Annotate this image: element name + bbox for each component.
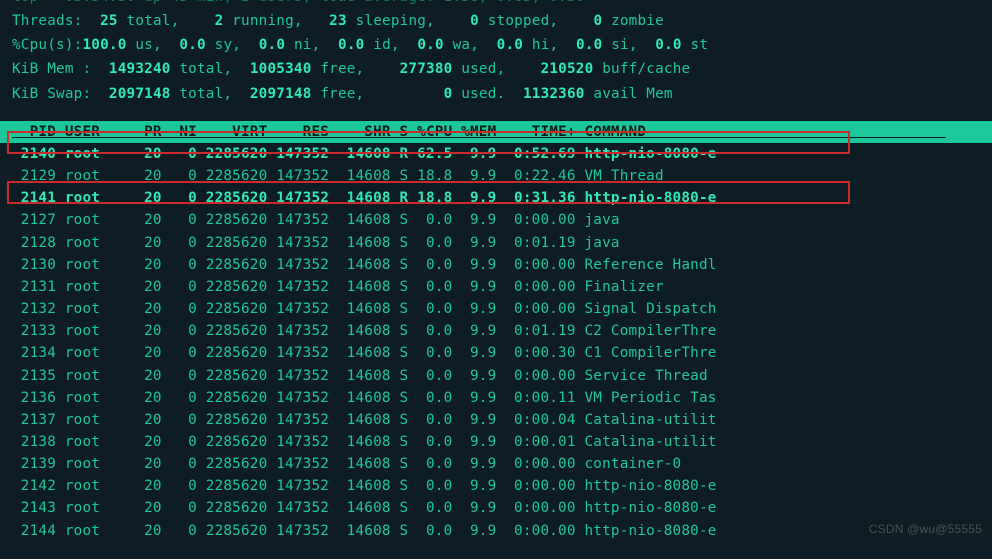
- process-header: PID USER PR NI VIRT RES SHR S %CPU %MEM …: [0, 121, 992, 143]
- process-row: 2132 root 20 0 2285620 147352 14608 S 0.…: [0, 298, 992, 320]
- swap-line: KiB Swap: 2097148 total, 2097148 free, 0…: [0, 83, 992, 107]
- process-row: 2134 root 20 0 2285620 147352 14608 S 0.…: [0, 342, 992, 364]
- process-row: 2133 root 20 0 2285620 147352 14608 S 0.…: [0, 320, 992, 342]
- cpu-line: %Cpu(s):100.0 us, 0.0 sy, 0.0 ni, 0.0 id…: [0, 34, 992, 58]
- top-uptime-line: top - 03:54:30 up 45 min, 2 users, load …: [0, 0, 992, 10]
- process-row: 2128 root 20 0 2285620 147352 14608 S 0.…: [0, 232, 992, 254]
- process-row: 2140 root 20 0 2285620 147352 14608 R 62…: [0, 143, 992, 165]
- process-row: 2143 root 20 0 2285620 147352 14608 S 0.…: [0, 497, 992, 519]
- process-row: 2135 root 20 0 2285620 147352 14608 S 0.…: [0, 365, 992, 387]
- watermark: CSDN @wu@55555: [869, 520, 982, 539]
- process-row: 2138 root 20 0 2285620 147352 14608 S 0.…: [0, 431, 992, 453]
- process-row: 2141 root 20 0 2285620 147352 14608 R 18…: [0, 187, 992, 209]
- process-row: 2136 root 20 0 2285620 147352 14608 S 0.…: [0, 387, 992, 409]
- process-row: 2130 root 20 0 2285620 147352 14608 S 0.…: [0, 254, 992, 276]
- process-row: 2137 root 20 0 2285620 147352 14608 S 0.…: [0, 409, 992, 431]
- process-row: 2129 root 20 0 2285620 147352 14608 S 18…: [0, 165, 992, 187]
- process-row: 2142 root 20 0 2285620 147352 14608 S 0.…: [0, 475, 992, 497]
- mem-line: KiB Mem : 1493240 total, 1005340 free, 2…: [0, 58, 992, 82]
- process-list: 2140 root 20 0 2285620 147352 14608 R 62…: [0, 143, 992, 542]
- threads-line: Threads: 25 total, 2 running, 23 sleepin…: [0, 10, 992, 34]
- process-row: 2131 root 20 0 2285620 147352 14608 S 0.…: [0, 276, 992, 298]
- process-row: 2139 root 20 0 2285620 147352 14608 S 0.…: [0, 453, 992, 475]
- process-row: 2144 root 20 0 2285620 147352 14608 S 0.…: [0, 520, 992, 542]
- process-row: 2127 root 20 0 2285620 147352 14608 S 0.…: [0, 209, 992, 231]
